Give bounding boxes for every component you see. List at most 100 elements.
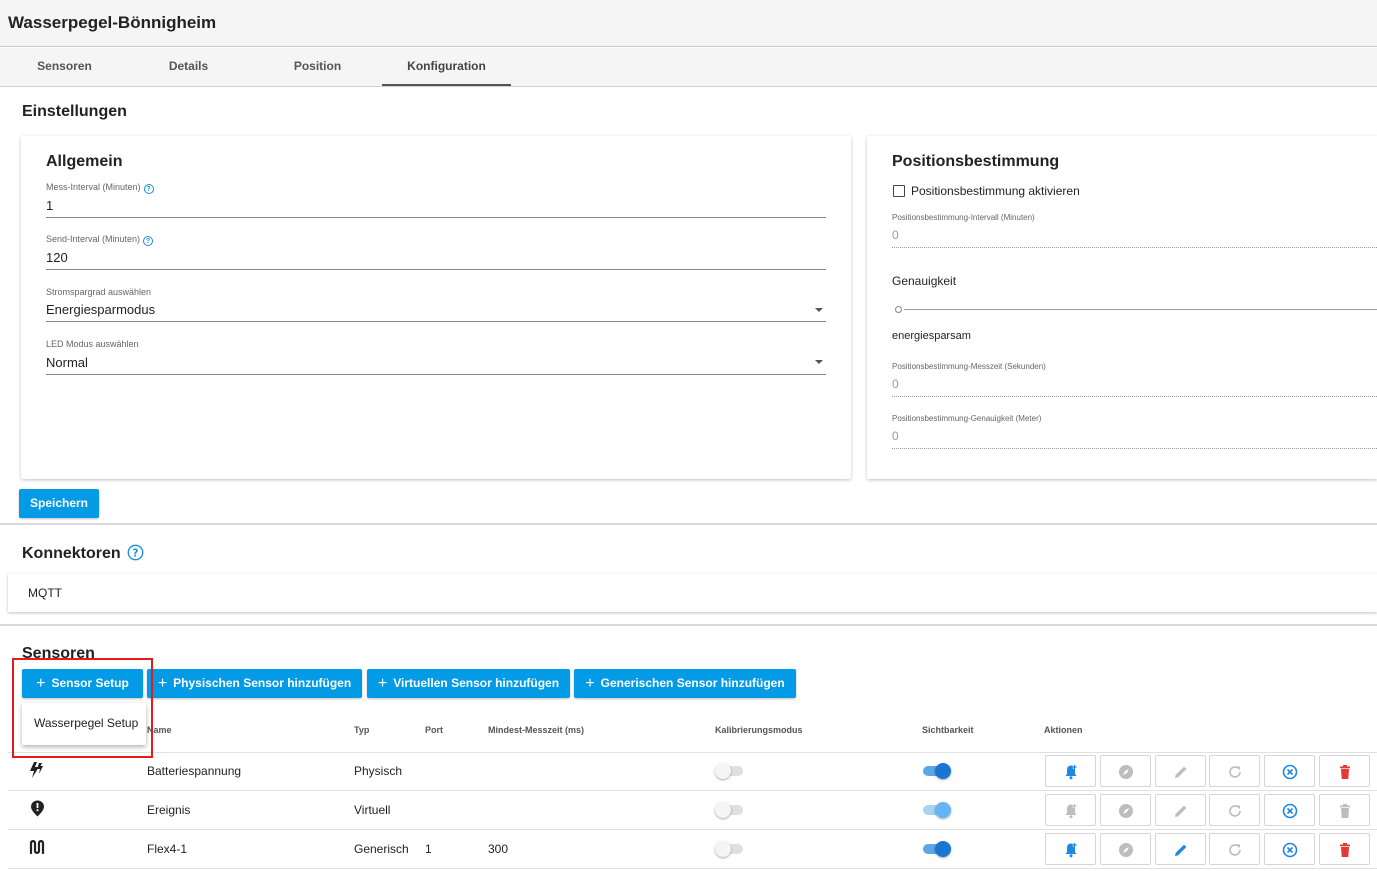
column-header-min-time[interactable]: Mindest-Messzeit (ms)	[488, 725, 584, 735]
edit-icon	[1175, 805, 1187, 817]
accuracy-slider-track[interactable]	[904, 309, 1377, 310]
visibility-toggle[interactable]	[921, 763, 951, 779]
deactivate-button[interactable]	[1264, 833, 1315, 865]
help-icon[interactable]: ?	[143, 236, 154, 246]
led-mode-underline	[46, 374, 826, 375]
cancel-icon	[1282, 764, 1298, 780]
calibration-toggle[interactable]	[715, 802, 745, 818]
compass-icon	[1119, 804, 1133, 818]
add-alarm-button[interactable]	[1045, 833, 1096, 865]
accuracy-slider-thumb[interactable]	[895, 306, 902, 313]
general-title: Allgemein	[46, 153, 123, 170]
refresh-icon	[1229, 805, 1241, 817]
measure-interval-underline	[46, 217, 826, 218]
positioning-interval-underline	[892, 247, 1377, 248]
reset-button[interactable]	[1209, 833, 1260, 865]
column-header-port[interactable]: Port	[425, 725, 443, 735]
positioning-interval-input[interactable]: 0	[892, 228, 899, 242]
tab-details[interactable]: Details	[124, 48, 253, 86]
cancel-icon	[1282, 803, 1298, 819]
measure-time-label: Positionsbestimmung-Messzeit (Sekunden)	[892, 362, 1046, 371]
row-divider	[8, 868, 1377, 869]
connector-item-mqtt[interactable]: MQTT	[28, 586, 62, 600]
waveform-icon	[29, 840, 45, 855]
alert-pin-icon	[31, 800, 44, 817]
delete-button[interactable]	[1319, 833, 1370, 865]
save-button[interactable]: Speichern	[19, 489, 99, 518]
edit-button[interactable]	[1155, 833, 1206, 865]
sensor-name: Flex4-1	[147, 842, 188, 856]
add-virtual-sensor-button[interactable]: + Virtuellen Sensor hinzufügen	[367, 669, 570, 698]
sensor-min-time: 300	[488, 842, 509, 856]
add-alarm-icon	[1065, 804, 1077, 819]
positioning-enable-label: Positionsbestimmung aktivieren	[911, 184, 1080, 198]
measure-time-input[interactable]: 0	[892, 377, 899, 391]
send-interval-underline	[46, 269, 826, 270]
delete-icon	[1340, 843, 1350, 857]
add-alarm-button[interactable]	[1045, 755, 1096, 787]
calibration-toggle[interactable]	[715, 763, 745, 779]
help-circle-icon[interactable]: ?	[127, 544, 144, 561]
divider	[0, 523, 1377, 525]
add-physical-sensor-button[interactable]: + Physischen Sensor hinzufügen	[147, 669, 362, 698]
tab-konfiguration[interactable]: Konfiguration	[382, 48, 511, 86]
divider	[0, 624, 1377, 626]
column-header-visibility[interactable]: Sichtbarkeit	[922, 725, 974, 735]
send-interval-input[interactable]: 120	[46, 250, 68, 265]
visibility-toggle[interactable]	[921, 841, 951, 857]
locate-button[interactable]	[1100, 755, 1151, 787]
delete-icon	[1340, 765, 1350, 779]
delete-button[interactable]	[1319, 755, 1370, 787]
led-mode-label: LED Modus auswählen	[46, 339, 139, 349]
tab-bar: Sensoren Details Position Konfiguration	[0, 48, 1377, 87]
column-header-type[interactable]: Typ	[354, 725, 369, 735]
sensor-type: Generisch	[354, 842, 409, 856]
measure-time-underline	[892, 396, 1377, 397]
tab-position[interactable]: Position	[253, 48, 382, 86]
add-alarm-icon	[1065, 765, 1077, 780]
delete-button[interactable]	[1319, 794, 1370, 826]
reset-button[interactable]	[1209, 794, 1260, 826]
highlight-box	[12, 658, 153, 758]
chevron-down-icon[interactable]	[815, 308, 823, 312]
power-mode-select[interactable]: Energiesparmodus	[46, 302, 155, 317]
positioning-enable-checkbox[interactable]	[893, 185, 905, 197]
settings-title: Einstellungen	[22, 103, 127, 120]
column-header-calibration[interactable]: Kalibrierungsmodus	[715, 725, 803, 735]
power-mode-label: Stromspargrad auswählen	[46, 287, 152, 297]
delete-icon	[1340, 804, 1350, 818]
refresh-icon	[1229, 766, 1241, 778]
calibration-toggle[interactable]	[715, 841, 745, 857]
connectors-list: MQTT	[8, 574, 1377, 612]
help-icon[interactable]: ?	[143, 184, 154, 194]
chevron-down-icon[interactable]	[815, 360, 823, 364]
add-alarm-icon	[1065, 843, 1077, 858]
measure-interval-input[interactable]: 1	[46, 198, 53, 213]
locate-button[interactable]	[1100, 833, 1151, 865]
locate-button[interactable]	[1100, 794, 1151, 826]
sensor-port: 1	[425, 842, 432, 856]
plus-icon: +	[157, 675, 168, 692]
compass-icon	[1119, 843, 1133, 857]
window-title: Wasserpegel-Bönnigheim	[8, 13, 217, 32]
title-bar: Wasserpegel-Bönnigheim	[0, 0, 1377, 47]
visibility-toggle[interactable]	[921, 802, 951, 818]
deactivate-button[interactable]	[1264, 794, 1315, 826]
edit-button[interactable]	[1155, 794, 1206, 826]
send-interval-label: Send-Interval (Minuten)?	[46, 234, 154, 246]
tab-sensoren[interactable]: Sensoren	[0, 48, 129, 86]
edit-button[interactable]	[1155, 755, 1206, 787]
add-generic-sensor-button[interactable]: + Generischen Sensor hinzufügen	[574, 669, 796, 698]
lightning-icon	[30, 762, 43, 778]
plus-icon: +	[377, 675, 388, 692]
precision-label: Positionsbestimmung-Genauigkeit (Meter)	[892, 414, 1042, 423]
add-alarm-button[interactable]	[1045, 794, 1096, 826]
compass-icon	[1119, 765, 1133, 779]
deactivate-button[interactable]	[1264, 755, 1315, 787]
reset-button[interactable]	[1209, 755, 1260, 787]
accuracy-title: Genauigkeit	[892, 274, 957, 288]
precision-input[interactable]: 0	[892, 429, 899, 443]
led-mode-select[interactable]: Normal	[46, 355, 88, 370]
measure-interval-label: Mess-Interval (Minuten)?	[46, 182, 154, 194]
sensor-name: Ereignis	[147, 803, 191, 817]
